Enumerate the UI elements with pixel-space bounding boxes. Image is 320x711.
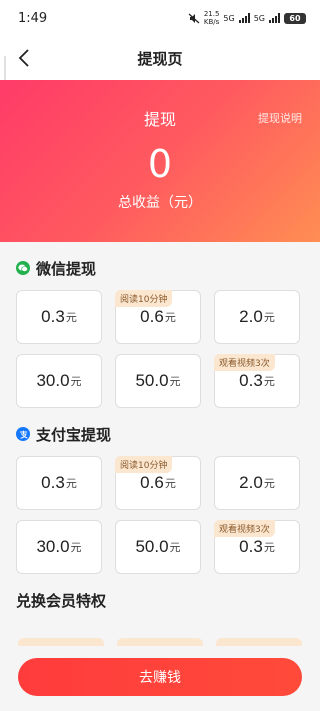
alipay-section-header: 支付宝提现 [16,424,304,444]
option-amount: 0.3 [239,371,263,390]
option-unit: 元 [263,311,275,324]
wechat-options-grid: 0.3 元 阅读10分钟 0.6 元 2.0 元 30.0 元 50.0 元 观看视频3次… [16,290,304,408]
total-earnings-label: 总收益（元） [118,195,202,211]
option-amount: 2.0 [239,307,263,326]
network-speed: 21.5 KB/s [203,10,220,26]
membership-card-peek [18,638,104,646]
membership-card-peek [216,638,302,646]
option-unit: 元 [70,541,82,554]
network-type-2: 5G [253,13,265,23]
option-amount: 50.0 [135,537,169,556]
wechat-section-header: 微信提现 [16,258,304,278]
option-amount: 30.0 [36,537,70,556]
status-time: 1:49 [18,10,48,26]
withdraw-option[interactable]: 50.0 元 [115,354,201,408]
status-indicators: 21.5 KB/s 5G 5G 60 [188,10,306,26]
network-type-1: 5G [223,13,235,23]
signal-icon-2 [269,13,280,23]
page-title: 提现页 [137,49,183,68]
option-tag: 观看视频3次 [214,520,275,537]
membership-section-header: 兑换会员特权 [16,590,304,610]
withdraw-option[interactable]: 观看视频3次 0.3 元 [214,354,300,408]
option-unit: 元 [70,375,82,388]
withdraw-option[interactable]: 0.3 元 [16,456,102,510]
membership-card-peek [117,638,203,646]
option-amount: 0.6 [140,473,164,492]
alipay-section-title: 支付宝提现 [36,425,112,444]
withdraw-help-link[interactable]: 提现说明 [258,110,302,126]
membership-section-title: 兑换会员特权 [16,591,107,610]
withdraw-option[interactable]: 2.0 元 [214,456,300,510]
go-earn-button[interactable]: 去赚钱 [18,658,302,696]
total-earnings-amount: 0 [147,142,173,186]
withdraw-option[interactable]: 30.0 元 [16,354,102,408]
battery-icon: 60 [284,12,306,24]
wechat-icon [16,261,30,275]
option-unit: 元 [65,311,77,324]
option-unit: 元 [164,477,176,490]
option-amount: 30.0 [36,371,70,390]
option-unit: 元 [263,477,275,490]
option-amount: 0.3 [239,537,263,556]
option-unit: 元 [65,477,77,490]
option-unit: 元 [164,311,176,324]
signal-icon [238,13,250,23]
nav-bar: 提现页 [0,36,320,80]
option-tag: 阅读10分钟 [115,456,173,473]
option-unit: 元 [263,375,275,388]
chevron-left-icon [18,49,29,67]
withdraw-option[interactable]: 2.0 元 [214,290,300,344]
wechat-section-title: 微信提现 [36,259,97,278]
option-tag: 阅读10分钟 [115,290,173,307]
option-amount: 2.0 [239,473,263,492]
option-amount: 50.0 [135,371,169,390]
option-unit: 元 [263,541,275,554]
mute-icon [188,13,200,23]
option-amount: 0.6 [140,307,164,326]
earnings-header: 提现 提现说明 0 总收益（元） [0,80,320,242]
withdraw-option[interactable]: 50.0 元 [115,520,201,574]
withdraw-option[interactable]: 阅读10分钟 0.6 元 [115,290,201,344]
withdraw-option[interactable]: 阅读10分钟 0.6 元 [115,456,201,510]
main-content: 微信提现 0.3 元 阅读10分钟 0.6 元 2.0 元 30.0 元 50.0 元 观… [0,258,320,610]
option-unit: 元 [169,541,181,554]
withdraw-option[interactable]: 0.3 元 [16,290,102,344]
option-amount: 0.3 [41,307,65,326]
back-button[interactable] [8,42,40,74]
alipay-options-grid: 0.3 元 阅读10分钟 0.6 元 2.0 元 30.0 元 50.0 元 观看视频3次… [16,456,304,574]
status-bar: 1:49 21.5 KB/s 5G 5G 60 [0,0,320,36]
alipay-icon [16,427,30,441]
withdraw-option[interactable]: 30.0 元 [16,520,102,574]
option-unit: 元 [169,375,181,388]
option-tag: 观看视频3次 [214,354,275,371]
option-amount: 0.3 [41,473,65,492]
withdraw-option[interactable]: 观看视频3次 0.3 元 [214,520,300,574]
